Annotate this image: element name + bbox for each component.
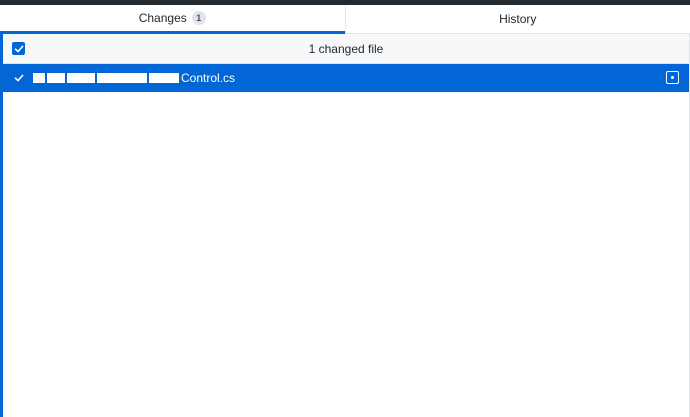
changes-list-panel: 1 changed file Control.cs	[0, 34, 690, 417]
select-all-checkbox[interactable]	[12, 42, 25, 55]
tab-history[interactable]: History	[344, 5, 690, 34]
changes-header: 1 changed file	[3, 34, 689, 64]
redacted-path-segment	[67, 73, 95, 83]
changed-files-summary: 1 changed file	[308, 41, 384, 56]
changes-count-badge: 1	[191, 11, 206, 25]
tab-bar: Changes 1 History	[0, 5, 690, 34]
file-modified-icon	[666, 71, 679, 84]
file-include-checkbox[interactable]	[12, 71, 25, 84]
status-dot	[671, 76, 674, 79]
file-path: Control.cs	[33, 70, 235, 86]
changed-file-row[interactable]: Control.cs	[3, 64, 689, 92]
tab-history-label: History	[499, 12, 537, 26]
redacted-path-segment	[149, 73, 179, 83]
checkmark-icon	[14, 74, 23, 81]
redacted-path-segment	[33, 73, 45, 83]
tab-changes-label: Changes	[138, 11, 187, 25]
tab-changes[interactable]: Changes 1	[0, 5, 345, 34]
file-name: Control.cs	[181, 71, 236, 85]
redacted-path-segment	[47, 73, 65, 83]
redacted-path-segment	[97, 73, 147, 83]
checkmark-icon	[14, 45, 23, 52]
